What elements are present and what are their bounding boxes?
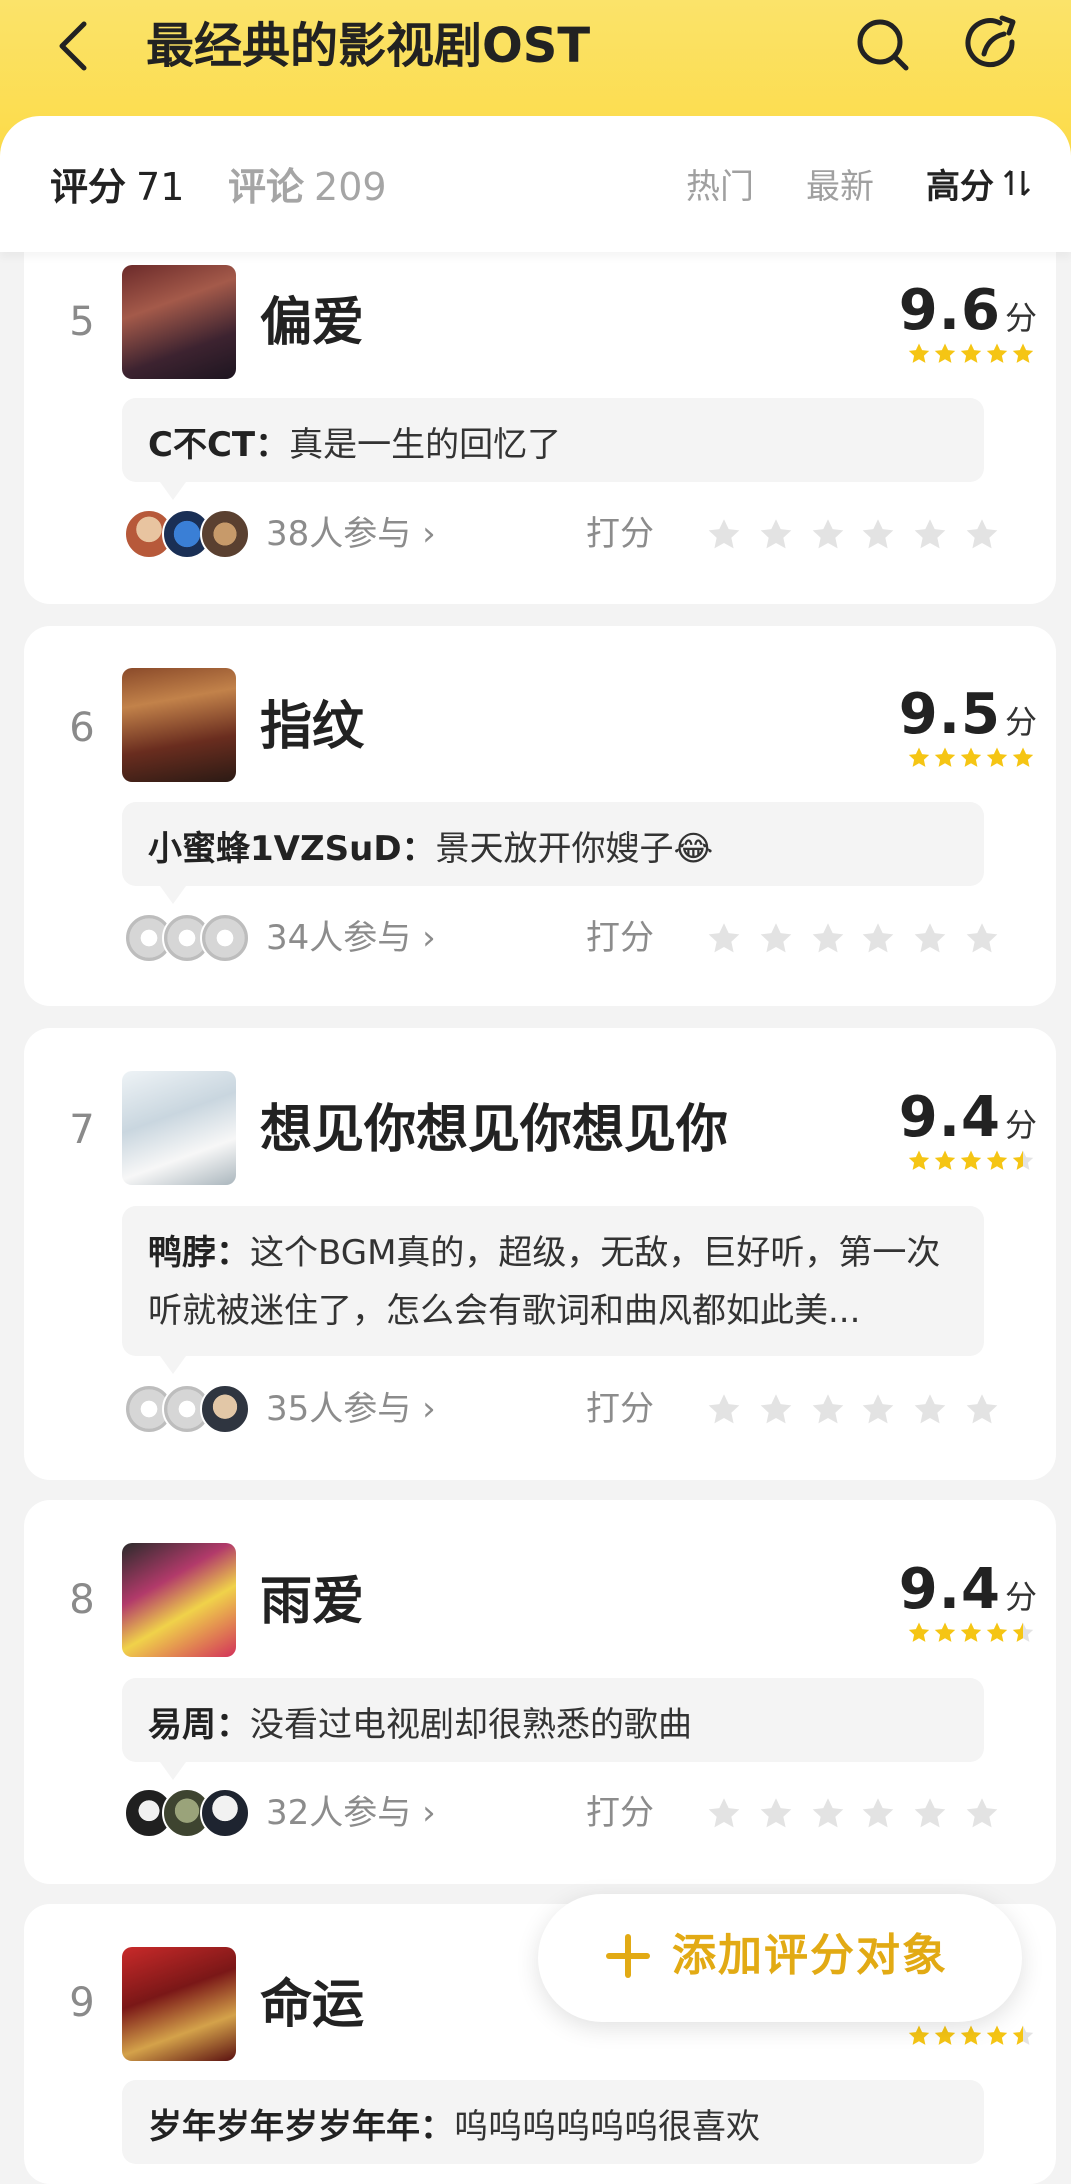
comment-user[interactable]: 易周： [148, 1705, 250, 1745]
chevron-right-icon: › [422, 1389, 436, 1429]
sort-high-score[interactable]: 高分 [926, 164, 994, 210]
top-comment[interactable]: 易周：没看过电视剧却很熟悉的歌曲 [122, 1678, 984, 1762]
star-rating-icon [908, 2025, 1034, 2045]
rate-label: 打分 [586, 918, 654, 958]
rank-number: 6 [69, 705, 95, 751]
comment-text: 真是一生的回忆了 [289, 425, 562, 465]
rate-stars-input[interactable] [686, 913, 1006, 963]
rate-label: 打分 [586, 1389, 654, 1429]
avatar [200, 1384, 250, 1434]
rate-stars-input[interactable] [686, 509, 1006, 559]
participant-avatars[interactable] [124, 1384, 254, 1434]
score-unit: 分 [1004, 1106, 1037, 1144]
score-unit: 分 [1004, 1578, 1037, 1616]
chevron-right-icon: › [422, 514, 436, 554]
sort-hot[interactable]: 热门 [686, 164, 754, 210]
rank-number: 5 [69, 299, 95, 345]
comment-text: 这个BGM真的，超级，无敌，巨好听，第一次听就被迷住了，怎么会有歌词和曲风都如此… [148, 1233, 941, 1331]
chevron-right-icon: › [422, 918, 436, 958]
participants-count: 38人参与 [266, 514, 412, 554]
poster-image[interactable] [122, 265, 236, 379]
top-comment[interactable]: 鸭脖：这个BGM真的，超级，无敌，巨好听，第一次听就被迷住了，怎么会有歌词和曲风… [122, 1206, 984, 1356]
rate-stars-input[interactable] [686, 1788, 1006, 1838]
participants-count: 32人参与 [266, 1793, 412, 1833]
song-title[interactable]: 雨爱 [260, 1567, 364, 1637]
plus-icon [606, 1934, 650, 1978]
star-rating-icon [908, 343, 1034, 363]
poster-image[interactable] [122, 1071, 236, 1185]
score-value: 9.4 [898, 1085, 1001, 1150]
score-value: 9.4 [898, 1557, 1001, 1622]
participants-link[interactable]: 38人参与 › [266, 509, 436, 559]
add-rating-object-button[interactable]: 添加评分对象 [538, 1894, 1022, 2022]
avatar [200, 913, 250, 963]
top-comment[interactable]: 岁年岁年岁岁年年：呜呜呜呜呜呜很喜欢 [122, 2080, 984, 2164]
score-value: 9.6 [898, 278, 1001, 343]
tab-comment-label: 评论 [228, 165, 305, 209]
star-rating-icon [908, 1150, 1034, 1170]
tab-score-count: 71 [136, 165, 185, 209]
participant-avatars[interactable] [124, 913, 254, 963]
participant-avatars[interactable] [124, 1788, 254, 1838]
avatar [200, 509, 250, 559]
song-title[interactable]: 想见你想见你想见你 [260, 1095, 728, 1165]
comment-user[interactable]: 鸭脖： [148, 1233, 250, 1273]
tab-score[interactable]: 评分 71 [50, 162, 184, 212]
star-rating-icon [908, 747, 1034, 767]
avatar [200, 1788, 250, 1838]
participants-count: 34人参与 [266, 918, 412, 958]
sort-toggle-icon[interactable] [1002, 168, 1032, 198]
rating-list: 5 偏爱 9.6 分 C不CT：真是一生的回忆了 38人参与 › 打分 6 指纹 … [0, 0, 1071, 2184]
poster-image[interactable] [122, 668, 236, 782]
poster-image[interactable] [122, 1947, 236, 2061]
rate-stars-input[interactable] [686, 1384, 1006, 1434]
comment-user[interactable]: C不CT： [148, 425, 289, 465]
participants-link[interactable]: 35人参与 › [266, 1384, 436, 1434]
rank-number: 9 [69, 1980, 95, 2026]
top-comment[interactable]: 小蜜蜂1VZSuD：景天放开你嫂子😂 [122, 802, 984, 886]
tab-bar: 评分 71 评论 209 热门 最新 高分 [0, 116, 1071, 252]
rate-label: 打分 [586, 1793, 654, 1833]
tab-score-label: 评分 [50, 165, 127, 209]
tab-comment-count: 209 [314, 165, 387, 209]
comment-text: 没看过电视剧却很熟悉的歌曲 [250, 1705, 692, 1745]
tab-comment[interactable]: 评论 209 [228, 162, 387, 212]
rank-number: 8 [69, 1577, 95, 1623]
chevron-right-icon: › [422, 1793, 436, 1833]
participants-link[interactable]: 32人参与 › [266, 1788, 436, 1838]
comment-user[interactable]: 岁年岁年岁岁年年： [148, 2107, 454, 2147]
rank-number: 7 [69, 1107, 95, 1153]
participant-avatars[interactable] [124, 509, 254, 559]
star-rating-icon [908, 1622, 1034, 1642]
comment-user[interactable]: 小蜜蜂1VZSuD： [148, 829, 436, 869]
song-title[interactable]: 指纹 [260, 692, 364, 762]
poster-image[interactable] [122, 1543, 236, 1657]
comment-text: 景天放开你嫂子😂 [435, 829, 714, 869]
top-comment[interactable]: C不CT：真是一生的回忆了 [122, 398, 984, 482]
score-value: 9.5 [898, 682, 1001, 747]
participants-count: 35人参与 [266, 1389, 412, 1429]
score-unit: 分 [1004, 703, 1037, 741]
song-title[interactable]: 命运 [260, 1970, 364, 2040]
score-unit: 分 [1004, 299, 1037, 337]
rate-label: 打分 [586, 514, 654, 554]
participants-link[interactable]: 34人参与 › [266, 913, 436, 963]
add-button-label: 添加评分对象 [672, 1930, 948, 1981]
sort-newest[interactable]: 最新 [806, 164, 874, 210]
song-title[interactable]: 偏爱 [260, 288, 364, 358]
comment-text: 呜呜呜呜呜呜很喜欢 [454, 2107, 760, 2147]
